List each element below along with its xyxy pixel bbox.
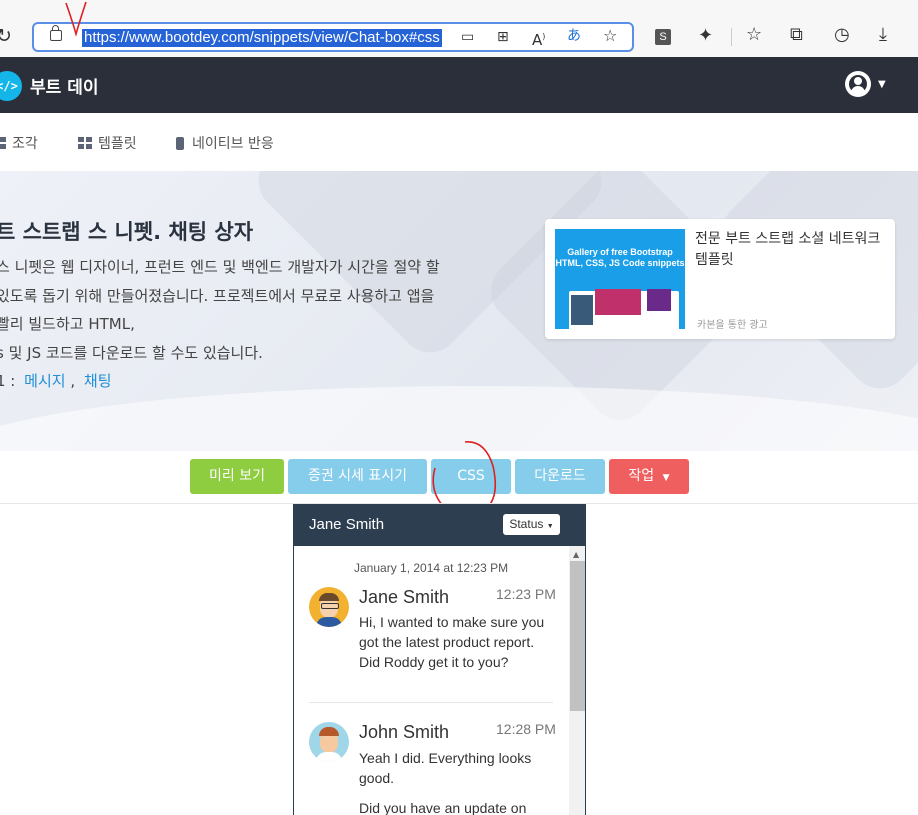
subnav-item-label: 조각 xyxy=(12,136,38,152)
status-dropdown-button[interactable]: Status ▼ xyxy=(503,514,560,535)
favorites-icon[interactable]: ☆ xyxy=(746,26,762,44)
extension-s-icon[interactable]: S xyxy=(655,29,671,45)
action-button-label: 작업 xyxy=(628,468,655,484)
john-avatar-icon xyxy=(309,722,349,762)
brand-name[interactable]: 부트 데이 xyxy=(30,73,98,98)
ad-text[interactable]: 전문 부트 스트랩 소셜 네트워크 템플릿 xyxy=(695,229,885,271)
caret-down-icon: ▼ xyxy=(662,473,670,483)
tag-separator: , xyxy=(70,372,76,390)
grid-icon xyxy=(0,137,6,149)
ad-image-text: Gallery of free Bootstrap HTML, CSS, JS … xyxy=(555,247,685,268)
collections-icon[interactable]: ⧉ xyxy=(790,26,803,44)
ad-via[interactable]: 카본을 통한 광고 xyxy=(697,316,768,331)
chat-scrollbar-thumb[interactable] xyxy=(570,561,585,711)
hero-description-line: 있도록 돕기 위해 만들어졌습니다. 프로젝트에서 무료로 사용하고 앱을 xyxy=(0,287,435,305)
subnav-item-templates[interactable]: 템플릿 xyxy=(78,133,137,153)
tags-prefix: 1 : xyxy=(0,372,16,390)
url-text[interactable]: https://www.bootdey.com/snippets/view/Ch… xyxy=(82,29,442,47)
grid-icon xyxy=(78,137,92,149)
action-dropdown-button[interactable]: 작업 ▼ xyxy=(609,459,689,494)
download-button[interactable]: 다운로드 xyxy=(515,459,605,494)
download-icon[interactable]: ⤓ xyxy=(879,26,887,44)
puzzle-icon[interactable]: ✦ xyxy=(698,27,713,45)
message-divider xyxy=(309,702,553,703)
message-text: Did you have an update on xyxy=(359,800,527,815)
chat-header-name: Jane Smith xyxy=(309,516,385,533)
hero-description-line: 스 니펫은 웹 디자이너, 프런트 엔드 및 백엔드 개발자가 시간을 절약 할 xyxy=(0,258,440,276)
top-navbar xyxy=(0,57,918,113)
translate-icon[interactable]: あ xyxy=(567,27,581,45)
qr-icon[interactable]: ⊞ xyxy=(497,28,509,46)
fullscreen-button[interactable]: 증권 시세 표시기 xyxy=(288,459,427,494)
preview-button[interactable]: 미리 보기 xyxy=(190,459,284,494)
tag-link-chat[interactable]: 채팅 xyxy=(84,372,112,390)
caret-down-icon: ▼ xyxy=(546,523,554,530)
subnav-item-label: 네이티브 반응 xyxy=(192,136,274,152)
read-aloud-icon[interactable]: ▭ xyxy=(461,28,474,46)
ad-image[interactable]: Gallery of free Bootstrap HTML, CSS, JS … xyxy=(555,229,685,329)
status-label: Status xyxy=(509,517,544,531)
subnav-item-snippets[interactable]: 조각 xyxy=(0,133,38,153)
favorite-add-icon[interactable]: ☆ xyxy=(603,27,617,45)
user-menu-caret-icon[interactable]: ▼ xyxy=(878,79,886,90)
chat-date: January 1, 2014 at 12:23 PM xyxy=(354,561,509,575)
annotation-check-mark xyxy=(65,1,87,37)
tag-link-messages[interactable]: 메시지 xyxy=(24,372,65,390)
reload-icon[interactable]: ↻ xyxy=(0,27,12,46)
address-bar[interactable]: https://www.bootdey.com/snippets/view/Ch… xyxy=(32,22,634,52)
toolbar-divider xyxy=(731,28,732,46)
message-time: 12:28 PM xyxy=(496,721,556,737)
scroll-up-arrow-icon[interactable]: ▲ xyxy=(573,550,579,559)
chat-box: Jane Smith Status ▼ ▲ January 1, 2014 at… xyxy=(293,504,586,815)
font-icon[interactable]: A) xyxy=(532,28,545,49)
sub-navbar xyxy=(0,113,918,172)
hero-description-line: 빨리 빌드하고 HTML, xyxy=(0,315,135,333)
hero-description-line: s 및 JS 코드를 다운로드 할 수도 있습니다. xyxy=(0,344,263,362)
message-time: 12:23 PM xyxy=(496,586,556,602)
message-text: Yeah I did. Everything looks good. xyxy=(359,750,532,786)
user-avatar-icon[interactable] xyxy=(845,71,871,97)
subnav-item-label: 템플릿 xyxy=(98,136,137,152)
mobile-icon xyxy=(176,137,184,150)
subnav-item-react-native[interactable]: 네이티브 반응 xyxy=(176,133,274,153)
jane-avatar-icon xyxy=(309,587,349,627)
message-sender: Jane Smith xyxy=(359,587,450,607)
message-text: Hi, I wanted to make sure you got the la… xyxy=(359,614,545,670)
page-title: 트 스트랩 스 니펫. 채팅 상자 xyxy=(0,220,254,244)
history-icon[interactable]: ◷ xyxy=(834,26,850,44)
message-sender: John Smith xyxy=(359,722,450,742)
tags-line: 1 : 메시지 , 채팅 xyxy=(0,370,112,391)
